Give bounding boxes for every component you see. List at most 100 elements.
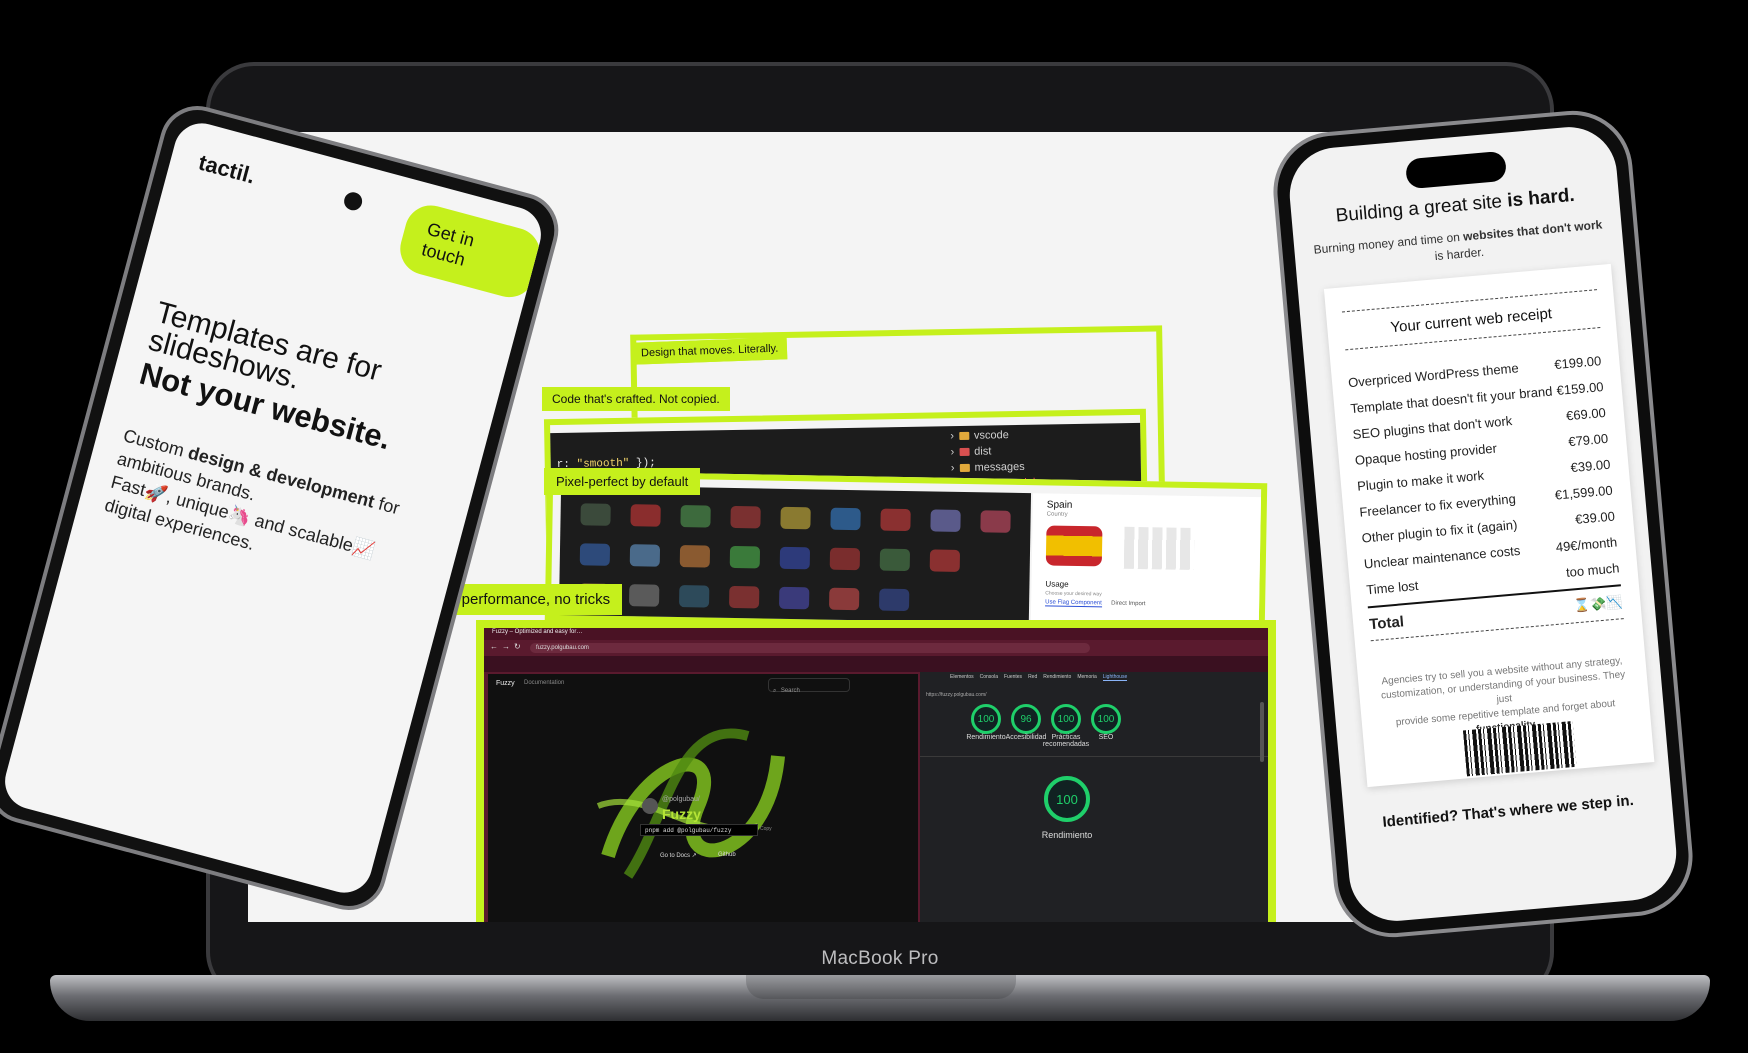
score-item: 100 SEO: [1090, 704, 1122, 748]
reload-icon[interactable]: ↻: [514, 642, 521, 651]
flag-icon: [679, 585, 710, 608]
usage-label: Usage: [1045, 579, 1069, 589]
tree-item[interactable]: › vscode: [950, 427, 1046, 445]
chevron-right-icon: ›: [950, 446, 955, 459]
receipt: Your current web receipt Overpriced Word…: [1323, 263, 1655, 788]
devtools-tab[interactable]: Elementos: [950, 674, 974, 681]
score-circle: 100: [1091, 704, 1121, 734]
folder-icon: [958, 431, 970, 441]
devtools-tab-active[interactable]: Lighthouse: [1102, 674, 1128, 681]
product-title: Fuzzy: [662, 806, 701, 822]
search-icon: ⌕: [773, 688, 777, 694]
flag-icon: [680, 505, 711, 528]
flag-icon: [929, 549, 961, 572]
bottom-tagline: Identified? That's where we step in.: [1381, 791, 1635, 831]
tag-pixel: Pixel-perfect by default: [544, 468, 701, 495]
score-item: 100 Rendimiento: [966, 704, 1006, 748]
flag-icon: [778, 586, 810, 610]
big-score-circle: 100: [1044, 776, 1090, 822]
tree-item[interactable]: › messages: [951, 459, 1047, 477]
flag-icon: [580, 503, 611, 526]
spain-flag-icon: [1045, 525, 1103, 567]
card-pixel: Spain Country Usage Choose your desired …: [544, 470, 1268, 634]
install-command[interactable]: pnpm add @polgubau/fuzzy: [640, 824, 758, 836]
forward-arrow-icon[interactable]: →: [502, 642, 510, 651]
camera-hole: [342, 190, 365, 213]
address-bar[interactable]: fuzzy.polgubau.com: [530, 643, 1090, 653]
country-name: Spain: [1046, 499, 1073, 511]
score-circle: 100: [971, 704, 1001, 734]
barcode: [1462, 720, 1577, 777]
logo[interactable]: tactil.: [196, 150, 258, 190]
get-in-touch-button[interactable]: Get in touch: [399, 204, 541, 299]
flag-icon: [679, 545, 711, 568]
flag-icon: [879, 548, 911, 572]
devtools-scrollbar[interactable]: [1260, 702, 1264, 762]
flag-icon: [828, 587, 860, 611]
score-row: 100 Rendimiento 96 Accesibilidad 100 Prá…: [966, 704, 1122, 748]
docs-button[interactable]: Go to Docs ↗: [660, 852, 697, 859]
tab-direct-import[interactable]: Direct Import: [1111, 601, 1145, 608]
fuzzy-site: Fuzzy Documentation ⌕ Search @polgubau/ …: [488, 674, 918, 922]
chevron-right-icon: ›: [950, 462, 955, 475]
flag-detail-panel: Spain Country Usage Choose your desired …: [1030, 493, 1262, 628]
flag-icon: [730, 505, 761, 529]
flag-icon: [880, 508, 911, 532]
flag-icon: [780, 506, 811, 530]
devtools-tab[interactable]: Memoria: [1077, 674, 1096, 681]
total-icons: ⌛💸📉: [1573, 594, 1623, 614]
flag-variants: [1123, 526, 1195, 571]
headline: Templates are for slideshows. Not your w…: [135, 296, 410, 460]
github-button[interactable]: Github: [718, 852, 736, 858]
folder-icon: [959, 447, 970, 457]
search-input[interactable]: ⌕ Search: [768, 678, 850, 694]
big-score-label: Rendimiento: [1041, 830, 1093, 840]
user-handle: @polgubau/: [662, 796, 700, 803]
devtools-tab[interactable]: Fuentes: [1004, 674, 1022, 681]
chevron-right-icon: ›: [950, 430, 955, 443]
flags-grid: [558, 484, 1032, 624]
flag-icon: [629, 584, 660, 607]
flag-icon: [930, 509, 961, 532]
devtools-tab[interactable]: Red: [1028, 674, 1037, 681]
card-performance: Fuzzy – Optimized and easy for… ← → ↻ fu…: [476, 620, 1276, 922]
browser-tabbar: Fuzzy – Optimized and easy for…: [484, 628, 1268, 640]
back-arrow-icon[interactable]: ←: [490, 642, 498, 651]
flag-icon: [630, 504, 661, 527]
usage-sub: Choose your desired way: [1045, 590, 1102, 598]
devtools-url: https://fuzzy.polgubau.com/: [926, 692, 987, 698]
score-circle: 96: [1011, 704, 1041, 734]
score-label: SEO: [1098, 734, 1114, 741]
browser-tab[interactable]: Fuzzy – Optimized and easy for…: [492, 629, 582, 635]
tab-use-flag-component[interactable]: Use Flag Component: [1045, 599, 1102, 608]
copy-button[interactable]: Copy: [760, 826, 772, 832]
macbook-label: MacBook Pro: [821, 948, 939, 969]
devtools-panel: Elementos Consola Fuentes Red Rendimient…: [920, 672, 1268, 922]
flag-icon: [729, 545, 761, 569]
laptop-notch: [746, 975, 1016, 999]
score-circle: 100: [1051, 704, 1081, 734]
browser-urlbar: ← → ↻ fuzzy.polgubau.com: [484, 640, 1268, 656]
flag-icon: [629, 544, 661, 567]
dynamic-island: [1404, 150, 1508, 190]
devtools-tabs: Elementos Consola Fuentes Red Rendimient…: [950, 674, 1128, 681]
page-strip: [484, 656, 1268, 672]
tree-item[interactable]: › dist: [950, 443, 1046, 461]
devtools-tab[interactable]: Consola: [980, 674, 998, 681]
tag-code: Code that's crafted. Not copied.: [542, 387, 730, 411]
score-item: 100 Prácticas recomendadas: [1043, 704, 1089, 748]
flag-icon: [830, 507, 861, 531]
avatar: [642, 798, 658, 814]
receipt-items: Overpriced WordPress theme €199.00 Templa…: [1347, 347, 1624, 642]
flag-icon: [829, 547, 861, 571]
phone-right: Building a great site is hard. Burning m…: [1268, 105, 1698, 943]
intro-text: Custom design & development for ambitiou…: [102, 425, 402, 562]
devtools-tab[interactable]: Rendimiento: [1043, 674, 1071, 681]
flag-icon: [579, 543, 611, 566]
fuzzy-logo[interactable]: Fuzzy: [496, 680, 515, 687]
phone-right-screen: Building a great site is hard. Burning m…: [1285, 123, 1681, 925]
nav-documentation[interactable]: Documentation: [524, 680, 564, 686]
flag-icon: [779, 546, 811, 570]
divider: [920, 756, 1268, 757]
flag-icon: [980, 510, 1011, 533]
